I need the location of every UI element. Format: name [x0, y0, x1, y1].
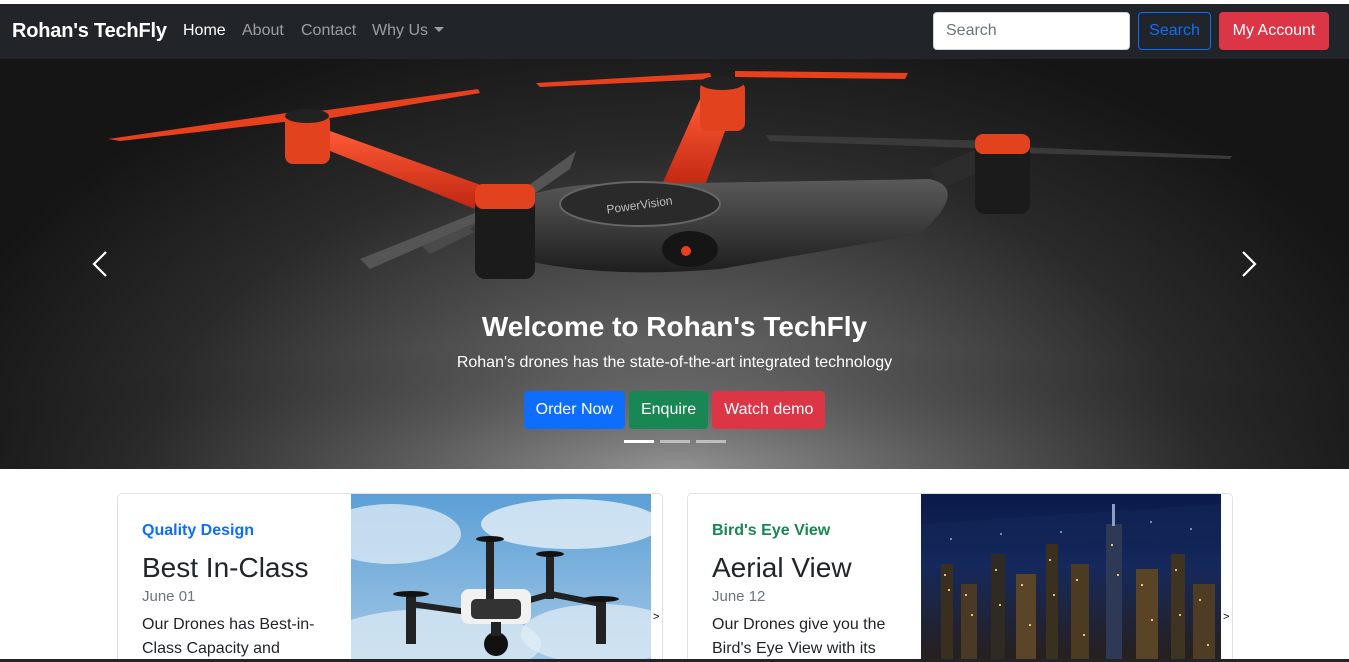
caret-down-icon: [434, 27, 444, 32]
chevron-right-icon[interactable]: >: [653, 611, 659, 623]
card-text: Our Drones give you the Bird's Eye View …: [712, 616, 886, 657]
feature-card-quality: Quality Design Best In-Class June 01 Our…: [117, 493, 663, 662]
carousel-indicator-1[interactable]: [624, 440, 654, 443]
search-button[interactable]: Search: [1138, 12, 1211, 50]
search-input[interactable]: [933, 12, 1130, 50]
card-category: Bird's Eye View: [712, 522, 831, 539]
carousel-buttons: Order Now Enquire Watch demo: [0, 391, 1349, 429]
carousel-indicator-3[interactable]: [696, 440, 726, 443]
feature-card-aerial: Bird's Eye View Aerial View June 12 Our …: [687, 493, 1233, 662]
card-text: Our Drones has Best-in-Class Capacity an…: [142, 616, 315, 657]
nav-link-about[interactable]: About: [242, 22, 284, 40]
chevron-right-icon[interactable]: >: [1223, 611, 1229, 623]
carousel-indicator-2[interactable]: [660, 440, 690, 443]
carousel-subtitle: Rohan's drones has the state-of-the-art …: [456, 354, 893, 371]
navbar: Rohan's TechFly Home About Contact Why U…: [0, 4, 1349, 59]
card-title: Aerial View: [712, 552, 852, 583]
nav-link-home[interactable]: Home: [183, 22, 226, 40]
card-date: June 01: [142, 588, 196, 605]
watch-demo-button[interactable]: Watch demo: [712, 391, 826, 429]
my-account-button[interactable]: My Account: [1219, 12, 1329, 50]
enquire-button[interactable]: Enquire: [628, 391, 709, 429]
order-now-button[interactable]: Order Now: [523, 391, 625, 429]
brand-logo[interactable]: Rohan's TechFly: [12, 20, 167, 43]
nav-link-contact[interactable]: Contact: [301, 22, 356, 40]
nav-link-why-us-label: Why Us: [372, 22, 428, 39]
card-category: Quality Design: [142, 522, 255, 539]
card-title: Best In-Class: [142, 552, 309, 583]
chevron-right-icon[interactable]: [1233, 249, 1263, 279]
nav-dropdown-why-us[interactable]: Why Us: [372, 22, 444, 40]
chevron-left-icon[interactable]: [86, 249, 116, 279]
hero-carousel: PowerVision Welcome to Rohan's TechFly R…: [0, 59, 1349, 469]
drone-sky-image: [351, 494, 651, 662]
city-night-image: [921, 494, 1221, 662]
card-date: June 12: [712, 588, 766, 605]
carousel-title: Welcome to Rohan's TechFly: [481, 311, 868, 342]
